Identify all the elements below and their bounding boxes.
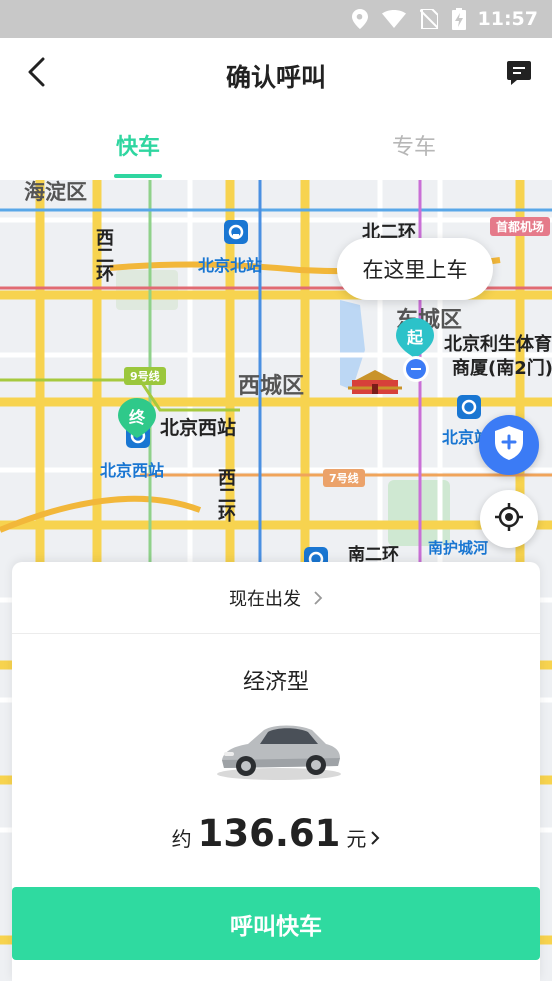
chevron-right-icon xyxy=(370,830,380,846)
header: 确认呼叫 xyxy=(0,38,552,110)
metro-line-badge: 9号线 xyxy=(124,367,166,385)
pickup-here-bubble[interactable]: 在这里上车 xyxy=(337,238,493,300)
status-bar: 11:57 xyxy=(0,0,552,38)
price-prefix: 约 xyxy=(171,827,192,851)
tab-premier-label: 专车 xyxy=(391,135,436,160)
car-image xyxy=(214,714,344,784)
pickup-poi-label: 北京利生体育 xyxy=(444,334,552,355)
departure-time-selector[interactable]: 现在出发 xyxy=(12,562,540,634)
station-label: 北京西站 xyxy=(100,461,165,480)
metro-line-badge: 7号线 xyxy=(323,469,365,487)
tab-active-indicator xyxy=(114,174,162,178)
road-label: 南护城河 xyxy=(428,539,489,557)
crosshair-icon xyxy=(494,502,524,536)
destination-label: 北京西站 xyxy=(160,417,237,439)
wifi-icon xyxy=(381,10,406,28)
end-pin-label: 终 xyxy=(128,408,145,427)
page-title: 确认呼叫 xyxy=(225,63,326,92)
district-label: 海淀区 xyxy=(24,180,87,204)
metro-station-icon xyxy=(457,395,481,425)
chevron-right-icon xyxy=(313,590,323,606)
status-time: 11:57 xyxy=(477,8,538,30)
pickup-poi-label: 商厦(南2门) xyxy=(452,358,552,379)
departure-time-label: 现在出发 xyxy=(229,588,301,610)
tab-express-label: 快车 xyxy=(115,135,160,160)
locate-me-button[interactable] xyxy=(480,490,538,548)
car-type-label: 经济型 xyxy=(242,670,309,695)
station-label: 北京北站 xyxy=(198,256,263,275)
current-location-dot-icon xyxy=(402,355,430,387)
message-icon xyxy=(506,60,532,90)
road-label: 西二环 xyxy=(215,468,236,522)
metro-station-icon xyxy=(224,220,248,250)
price-unit: 元 xyxy=(346,827,367,851)
battery-charging-icon xyxy=(451,8,466,30)
end-pin: 终 xyxy=(118,398,156,446)
no-sim-icon xyxy=(419,9,438,29)
shield-icon xyxy=(494,426,524,464)
service-tabs: 快车 专车 xyxy=(0,110,552,180)
road-label: 西二环 xyxy=(93,228,114,282)
start-pin-label: 起 xyxy=(406,328,423,347)
call-express-button[interactable]: 呼叫快车 xyxy=(12,887,540,960)
airport-badge: 首都机场 xyxy=(490,217,551,236)
order-card: 现在出发 经济型 约 136.61 元 呼叫快车 xyxy=(12,562,540,981)
safety-shield-button[interactable] xyxy=(479,415,539,475)
price-value: 136.61 xyxy=(197,812,341,855)
tab-premier[interactable]: 专车 xyxy=(276,110,552,180)
price-estimate[interactable]: 约 136.61 元 xyxy=(12,812,540,855)
tiananmen-landmark-icon xyxy=(346,366,404,400)
message-button[interactable] xyxy=(504,60,534,90)
tab-express[interactable]: 快车 xyxy=(0,110,276,180)
district-label: 西城区 xyxy=(238,374,305,399)
location-icon xyxy=(351,9,368,29)
